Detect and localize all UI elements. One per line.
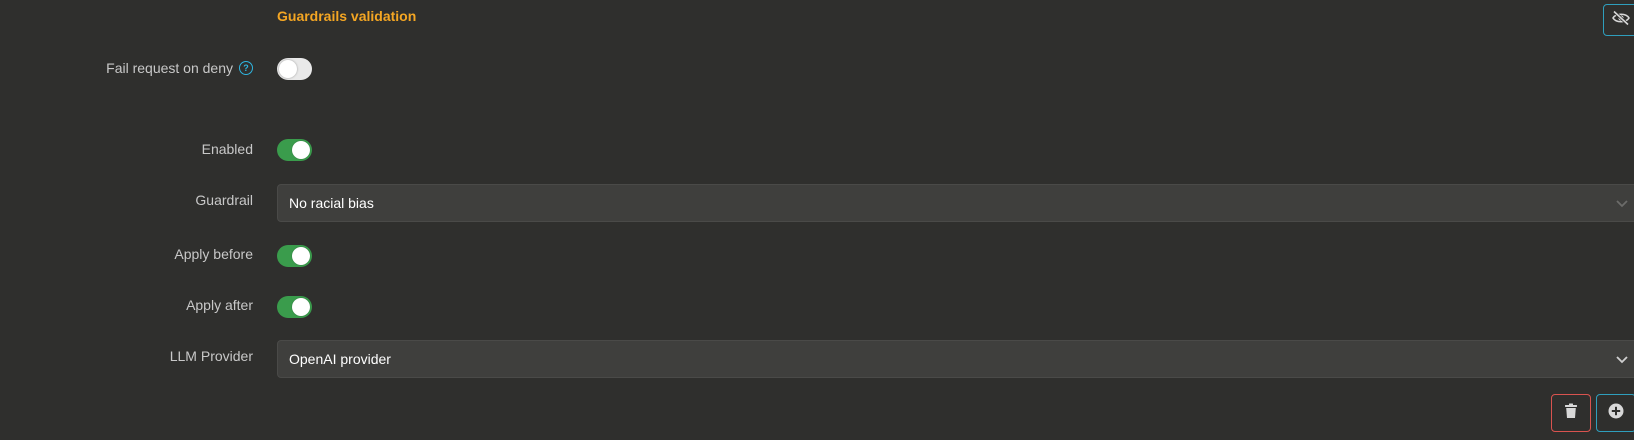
llm-provider-label: LLM Provider: [169, 348, 253, 364]
fail-request-toggle[interactable]: [277, 58, 312, 80]
fail-request-label-text: Fail request on deny: [106, 60, 233, 76]
chevron-down-icon: [1615, 196, 1629, 213]
apply-after-toggle[interactable]: [277, 296, 312, 318]
llm-provider-select[interactable]: OpenAI provider: [277, 340, 1634, 378]
apply-before-toggle[interactable]: [277, 245, 312, 267]
enabled-label: Enabled: [201, 141, 253, 157]
llm-provider-select-value: OpenAI provider: [289, 351, 391, 367]
enabled-toggle[interactable]: [277, 139, 312, 161]
chevron-down-icon: [1615, 352, 1629, 369]
toggle-knob: [292, 141, 310, 159]
toggle-knob: [292, 247, 310, 265]
guardrails-form: Guardrails validation Fail request on de…: [0, 0, 1634, 440]
add-button[interactable]: [1596, 394, 1634, 432]
guardrail-select-value: No racial bias: [289, 195, 374, 211]
trash-icon: [1564, 403, 1578, 424]
plus-circle-icon: [1608, 403, 1624, 424]
eye-slash-icon: [1612, 9, 1630, 31]
guardrail-select[interactable]: No racial bias: [277, 184, 1634, 222]
apply-after-label: Apply after: [186, 297, 253, 313]
apply-before-label: Apply before: [174, 246, 253, 262]
guardrail-label: Guardrail: [195, 192, 253, 208]
toggle-visibility-button[interactable]: [1603, 4, 1634, 36]
section-title: Guardrails validation: [277, 8, 417, 24]
delete-button[interactable]: [1551, 394, 1591, 432]
fail-request-label: Fail request on deny ?: [106, 60, 253, 76]
question-circle-icon[interactable]: ?: [239, 61, 253, 75]
toggle-knob: [279, 60, 297, 78]
toggle-knob: [292, 298, 310, 316]
